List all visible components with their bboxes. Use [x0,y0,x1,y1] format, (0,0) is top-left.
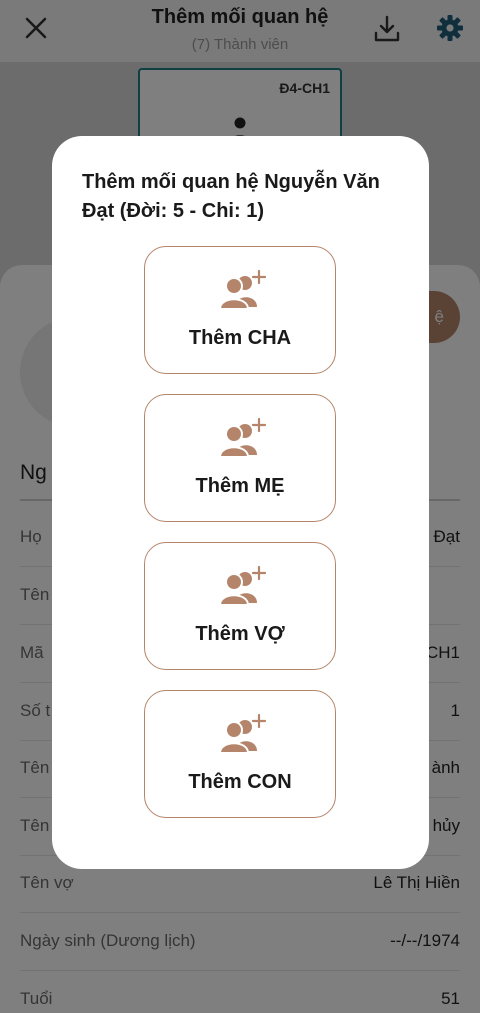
add-user-icon [218,269,267,310]
button-label: Thêm CON [188,771,292,793]
add-child-button[interactable]: Thêm CON [144,690,336,818]
button-label: Thêm CHA [188,327,292,349]
add-mother-button[interactable]: Thêm MẸ [144,394,336,522]
dialog-title: Thêm mối quan hệ Nguyễn Văn Đạt (Đời: 5 … [82,171,380,222]
add-father-button[interactable]: Thêm CHA [144,246,336,374]
button-label: Thêm VỢ [195,623,285,645]
add-user-icon [218,417,267,458]
add-relationship-dialog: Thêm mối quan hệ Nguyễn Văn Đạt (Đời: 5 … [52,136,429,869]
add-user-icon [218,713,267,754]
add-wife-button[interactable]: Thêm VỢ [144,542,336,670]
button-label: Thêm MẸ [195,475,285,497]
add-user-icon [218,565,267,606]
